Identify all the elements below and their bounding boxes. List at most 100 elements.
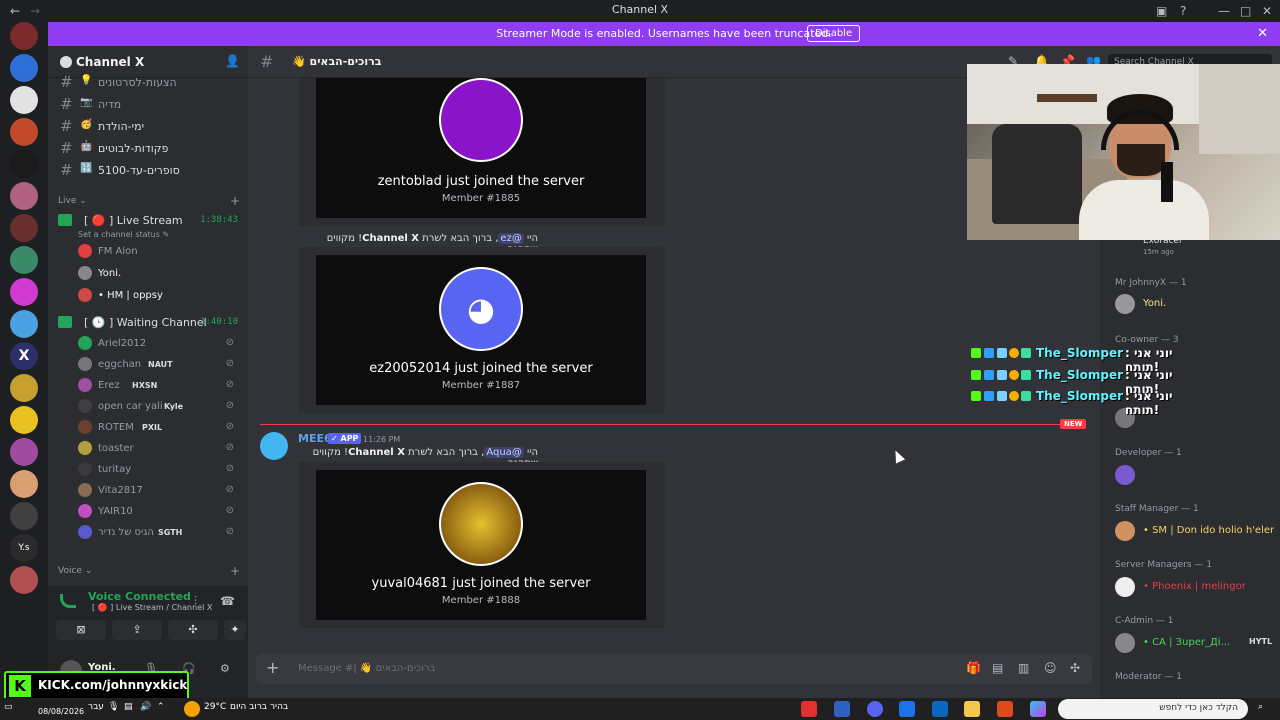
server-icon[interactable] bbox=[10, 182, 38, 210]
attach-plus-icon[interactable]: + bbox=[266, 658, 279, 677]
add-channel-icon[interactable]: + bbox=[230, 194, 240, 208]
minimize-icon[interactable]: — bbox=[1218, 4, 1230, 18]
weather-text[interactable]: בהיר ברוב היום bbox=[230, 702, 288, 712]
taskbar-date[interactable]: 08/08/2026 bbox=[38, 707, 84, 716]
voice-user[interactable]: turitay ⊘ bbox=[78, 460, 242, 480]
settings-gear-icon[interactable]: ⚙ bbox=[220, 662, 230, 675]
category-voice[interactable]: Voice ⌄ + bbox=[58, 564, 240, 578]
voice-user[interactable]: open car yali Kyle ⊘ bbox=[78, 397, 242, 417]
mee6-avatar[interactable] bbox=[260, 432, 288, 460]
text-channel[interactable]: # 🔢 סופרים-עד-5100 bbox=[56, 160, 242, 180]
disable-button[interactable]: Disable bbox=[807, 25, 861, 42]
server-icon[interactable] bbox=[10, 406, 38, 434]
channel-status[interactable]: Set a channel status ✎ bbox=[78, 230, 169, 239]
voice-user[interactable]: Vita2817 ⊘ bbox=[78, 481, 242, 501]
show-hidden-icons[interactable]: ⌃ bbox=[157, 702, 165, 712]
server-icon[interactable] bbox=[10, 438, 38, 466]
app-icon[interactable] bbox=[899, 701, 915, 717]
server-icon[interactable] bbox=[10, 54, 38, 82]
taskbar-search[interactable]: הקלד כאן כדי לחפש bbox=[1058, 699, 1248, 719]
member-row[interactable]: • SM | Don ido holio h'eler bbox=[1115, 519, 1277, 543]
user-mention[interactable]: @ez bbox=[498, 233, 524, 244]
voice-user[interactable]: Ariel2012 ⊘ bbox=[78, 334, 242, 354]
new-badge: NEW bbox=[1060, 419, 1087, 429]
server-icon[interactable] bbox=[10, 374, 38, 402]
voice-user[interactable]: YAIR10 ⊘ bbox=[78, 502, 242, 522]
network-icon[interactable]: ▤ bbox=[124, 702, 133, 712]
screen-share-button[interactable]: ⇪ bbox=[112, 620, 162, 640]
member-row[interactable] bbox=[1115, 463, 1277, 487]
weather-temp[interactable]: 29°C bbox=[204, 702, 226, 712]
notification-icon[interactable]: ▭ bbox=[4, 702, 13, 712]
message-author[interactable]: MEE6 bbox=[298, 432, 332, 445]
copilot-icon[interactable] bbox=[1030, 701, 1046, 717]
file-explorer-icon[interactable] bbox=[964, 701, 980, 717]
gift-icon[interactable]: 🎁 bbox=[966, 661, 981, 675]
member-row[interactable]: • CA | Зuper_Ді... HYTL bbox=[1115, 631, 1277, 655]
user-mention[interactable]: @Aqua bbox=[484, 447, 524, 458]
gif-icon[interactable]: ▤ bbox=[992, 661, 1003, 675]
text-channel[interactable]: # 🤖 פקודות-לבוטים bbox=[56, 138, 242, 158]
message-input[interactable]: Message #| 👋 ברוכים-הבאים bbox=[298, 663, 435, 674]
app-icon[interactable] bbox=[801, 701, 817, 717]
title-bar: ← → Channel X ▣ ? — □ ✕ bbox=[0, 0, 1280, 22]
server-icon[interactable] bbox=[10, 86, 38, 114]
server-icon[interactable] bbox=[10, 246, 38, 274]
server-icon[interactable] bbox=[10, 502, 38, 530]
close-window-icon[interactable]: ✕ bbox=[1262, 4, 1272, 18]
activities-button[interactable]: ✣ bbox=[168, 620, 218, 640]
server-icon[interactable] bbox=[10, 118, 38, 146]
language-indicator[interactable]: עבר bbox=[88, 702, 104, 712]
add-member-icon[interactable]: 👤 bbox=[225, 54, 240, 68]
message-composer[interactable]: + Message #| 👋 ברוכים-הבאים 🎁 ▤ ▥ ☺ ✣ bbox=[256, 654, 1092, 684]
camera-off-button[interactable]: ⊠ bbox=[56, 620, 106, 640]
server-icon[interactable] bbox=[10, 470, 38, 498]
server-icon[interactable] bbox=[10, 310, 38, 338]
emoji-icon[interactable]: ☺ bbox=[1044, 661, 1057, 675]
server-icon[interactable] bbox=[10, 22, 38, 50]
soundboard-button[interactable]: ✦ bbox=[224, 620, 246, 640]
voice-connected-label[interactable]: Voice Connected bbox=[88, 590, 191, 603]
deafened-icon: ⊘ bbox=[225, 400, 234, 411]
member-row[interactable]: • Phoenix | melingor bbox=[1115, 575, 1277, 599]
voice-user[interactable]: • HM | oppsy bbox=[78, 286, 242, 306]
category-live[interactable]: Live ⌄ + bbox=[58, 194, 240, 208]
store-icon[interactable] bbox=[932, 701, 948, 717]
noise-suppression-icon[interactable]: ⫶ bbox=[194, 594, 197, 609]
voice-channel-live-stream[interactable]: [ 🔴 ] Live Stream 1:38:43 bbox=[56, 210, 242, 232]
help-icon[interactable]: ? bbox=[1180, 4, 1186, 18]
voice-user[interactable]: ROTEM PXIL ⊘ bbox=[78, 418, 242, 438]
member-row[interactable]: Yoni. bbox=[1115, 292, 1277, 316]
apps-icon[interactable]: ✣ bbox=[1070, 661, 1080, 675]
voice-user[interactable]: הגיס של נדיר SGTH ⊘ bbox=[78, 523, 242, 543]
voice-user[interactable]: Erez HXSN ⊘ bbox=[78, 376, 242, 396]
weather-icon[interactable] bbox=[184, 701, 200, 717]
voice-user[interactable]: FM Alon bbox=[78, 242, 242, 262]
start-search-icon[interactable]: ⌕ bbox=[1258, 702, 1263, 712]
voice-user[interactable]: eggchan NAUT ⊘ bbox=[78, 355, 242, 375]
server-icon[interactable] bbox=[10, 214, 38, 242]
volume-icon[interactable]: 🔊 bbox=[140, 702, 151, 712]
maximize-icon[interactable]: □ bbox=[1240, 4, 1251, 18]
text-channel[interactable]: # 💡 הצעות-לסרטונים bbox=[56, 72, 242, 92]
deafened-icon: ⊘ bbox=[225, 358, 234, 369]
mic-tray-icon[interactable]: 🎙 bbox=[108, 702, 119, 712]
inbox-icon[interactable]: ▣ bbox=[1156, 4, 1167, 18]
voice-channel-waiting[interactable]: [ 🕒 ] Waiting Channel 1:40:10 bbox=[56, 312, 242, 334]
close-banner-icon[interactable]: ✕ bbox=[1257, 26, 1268, 41]
text-channel[interactable]: # 📷 מדיה bbox=[56, 94, 242, 114]
voice-user[interactable]: toaster ⊘ bbox=[78, 439, 242, 459]
server-icon[interactable] bbox=[10, 566, 38, 594]
voice-user[interactable]: Yoni. bbox=[78, 264, 242, 284]
server-icon[interactable]: Y.s bbox=[10, 534, 38, 562]
sticker-icon[interactable]: ▥ bbox=[1018, 661, 1029, 675]
server-icon[interactable] bbox=[10, 150, 38, 178]
app-icon[interactable] bbox=[834, 701, 850, 717]
server-icon[interactable] bbox=[10, 278, 38, 306]
channel-x-server-icon[interactable]: X bbox=[10, 342, 38, 370]
disconnect-icon[interactable]: ☎ bbox=[220, 594, 235, 608]
text-channel[interactable]: # 🥳 ימי-הולדת bbox=[56, 116, 242, 136]
discord-taskbar-icon[interactable] bbox=[867, 701, 883, 717]
add-channel-icon[interactable]: + bbox=[230, 564, 240, 578]
app-icon[interactable] bbox=[997, 701, 1013, 717]
